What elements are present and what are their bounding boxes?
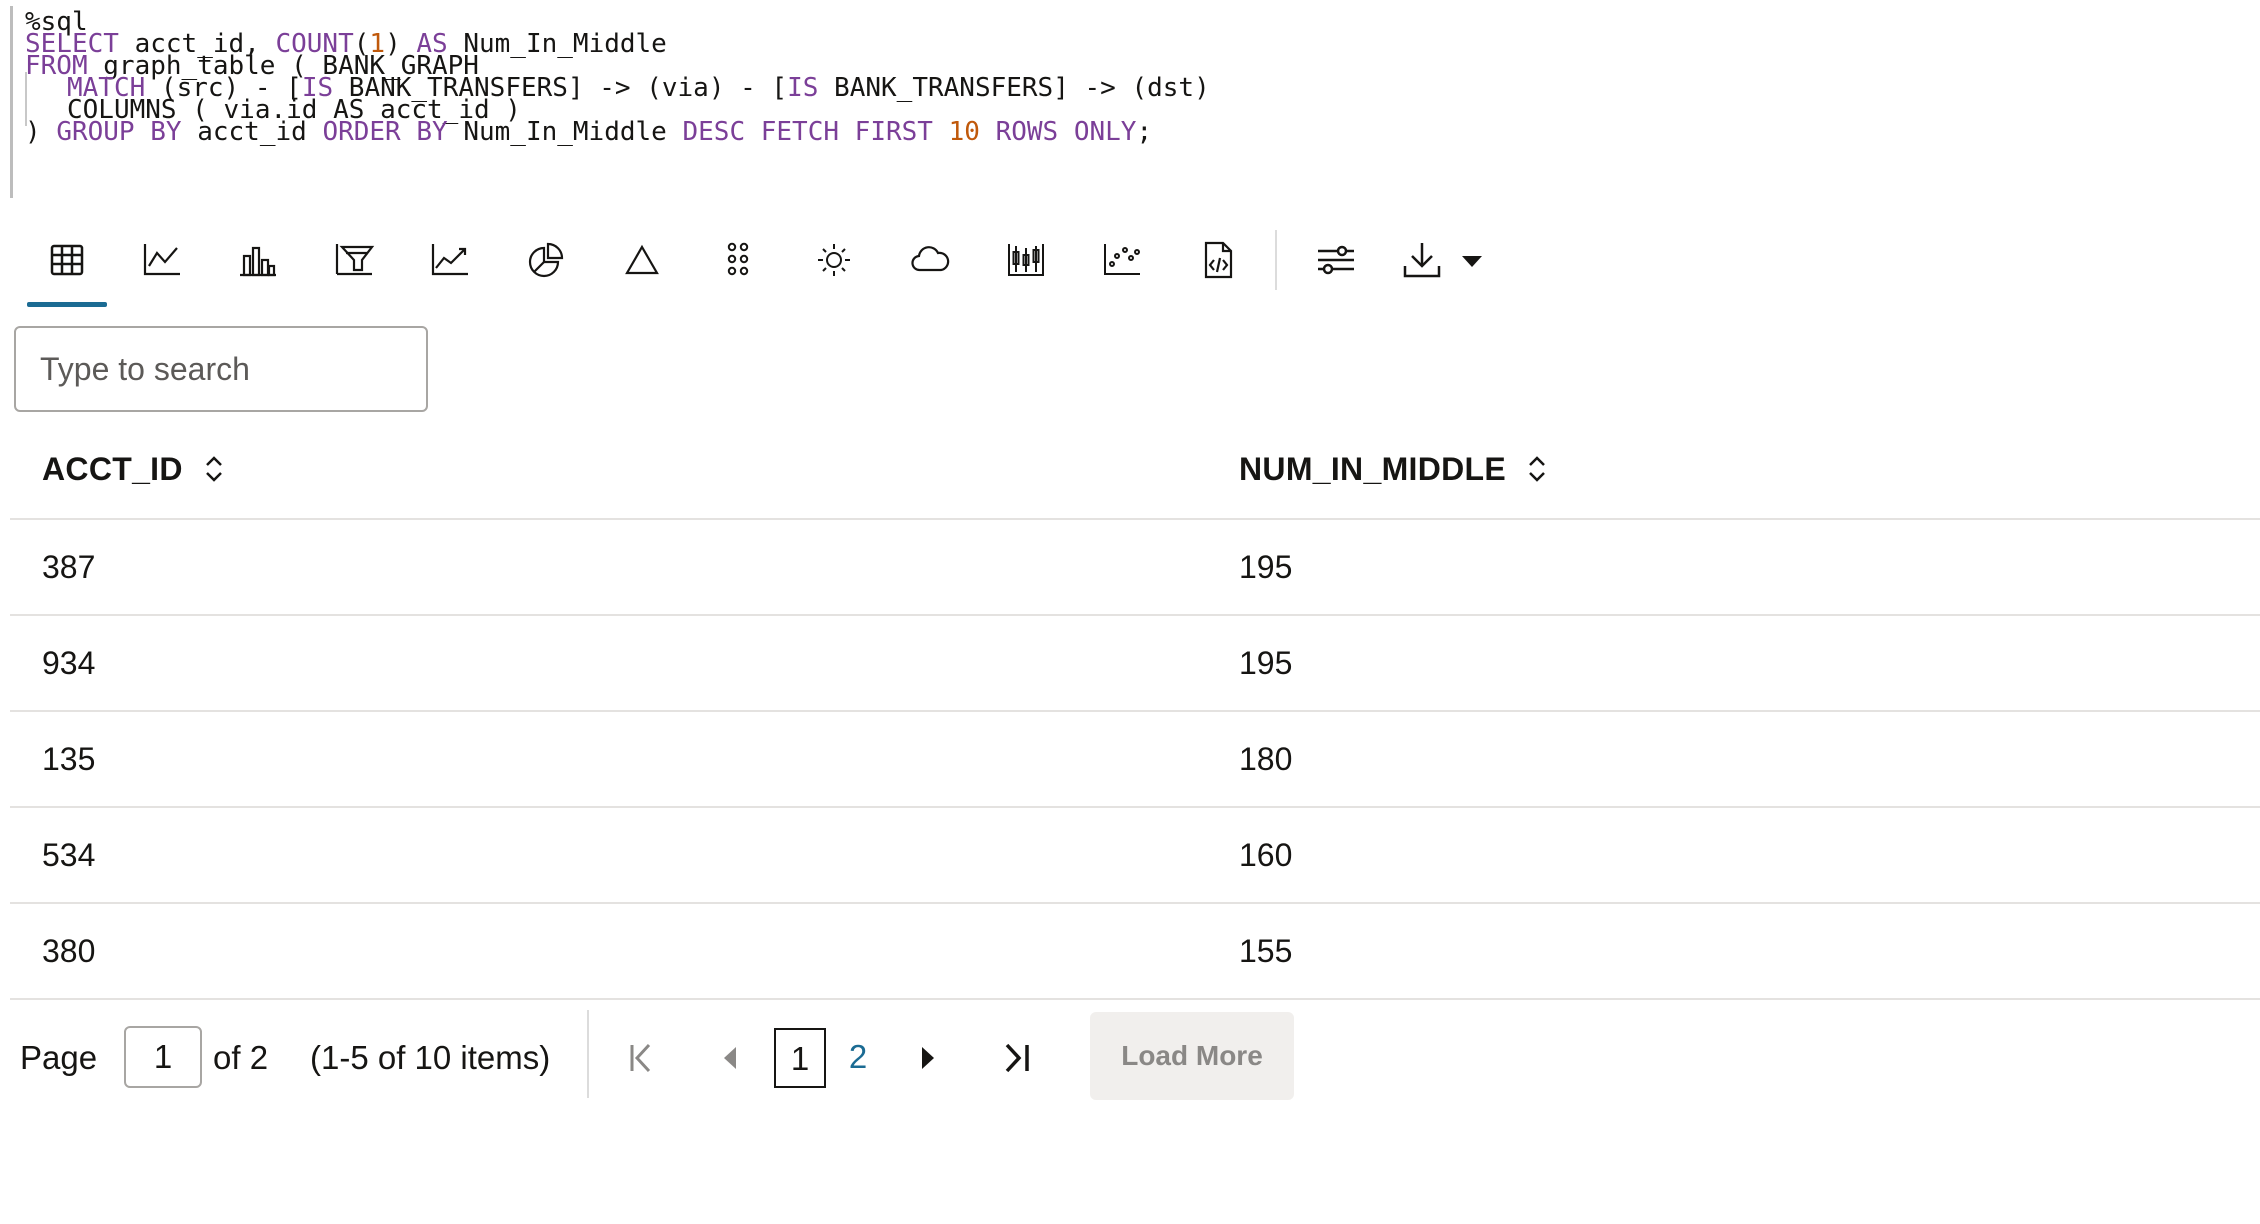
next-page-icon: [922, 1047, 934, 1069]
sort-icon[interactable]: [1526, 452, 1548, 486]
pie-chart-icon: [528, 242, 564, 278]
area-chart-icon: [431, 244, 468, 276]
bar-chart-icon: [240, 246, 276, 277]
previous-page-button[interactable]: [708, 1036, 752, 1080]
pyramid-chart-button[interactable]: [602, 222, 682, 298]
code-file-icon: [1204, 241, 1233, 279]
sunburst-chart-button[interactable]: [794, 222, 874, 298]
table-icon: [50, 244, 84, 276]
page-number-current[interactable]: 1: [774, 1028, 826, 1088]
page-number-input[interactable]: [124, 1026, 202, 1088]
boxplot-chart-button[interactable]: [986, 222, 1066, 298]
cell-acct-id: 534: [42, 837, 96, 873]
first-page-icon: [630, 1043, 651, 1073]
cell-num-in-middle: 155: [1239, 933, 1293, 969]
toolbar-divider: [1275, 230, 1277, 290]
column-header-num-in-middle[interactable]: NUM_IN_MIDDLE: [1239, 420, 1548, 518]
sql-code-cell[interactable]: %sql SELECT acct_id, COUNT(1) AS Num_In_…: [10, 6, 1293, 198]
cell-num-in-middle: 180: [1239, 741, 1293, 777]
download-dropdown-caret-icon[interactable]: [1462, 256, 1482, 267]
pyramid-icon: [625, 244, 659, 275]
line-chart-icon: [143, 244, 180, 276]
cell-num-in-middle: 195: [1239, 645, 1293, 681]
pagination-divider: [587, 1010, 589, 1098]
dot-grid-icon: [727, 242, 749, 276]
settings-button[interactable]: [1296, 222, 1376, 298]
load-more-button[interactable]: Load More: [1090, 1012, 1294, 1100]
table-row[interactable]: 135 180: [10, 712, 2260, 808]
download-button[interactable]: [1382, 222, 1462, 298]
pie-chart-button[interactable]: [506, 222, 586, 298]
funnel-chart-button[interactable]: [314, 222, 394, 298]
table-row[interactable]: 534 160: [10, 808, 2260, 904]
cell-num-in-middle: 160: [1239, 837, 1293, 873]
table-row[interactable]: 934 195: [10, 616, 2260, 712]
cell-acct-id: 934: [42, 645, 96, 681]
code-line-group-by: ) GROUP BY acct_id ORDER BY Num_In_Middl…: [25, 117, 1153, 147]
sort-icon[interactable]: [203, 452, 225, 486]
column-header-label: ACCT_ID: [42, 450, 183, 487]
scatter-icon: [1104, 244, 1140, 275]
table-row[interactable]: 387 195: [10, 520, 2260, 616]
table-view-button[interactable]: [27, 222, 107, 307]
page-number-link[interactable]: 2: [832, 1028, 884, 1088]
word-cloud-button[interactable]: [890, 222, 970, 298]
cell-acct-id: 135: [42, 741, 96, 777]
previous-page-icon: [724, 1047, 736, 1069]
table-header: ACCT_ID NUM_IN_MIDDLE: [10, 420, 2260, 520]
bar-chart-button[interactable]: [218, 222, 298, 298]
column-header-acct-id[interactable]: ACCT_ID: [42, 420, 225, 518]
cell-num-in-middle: 195: [1239, 549, 1293, 585]
sunburst-icon: [818, 244, 850, 276]
last-page-button[interactable]: [994, 1036, 1038, 1080]
boxplot-icon: [1008, 244, 1044, 276]
funnel-chart-icon: [335, 244, 375, 276]
area-chart-button[interactable]: [410, 222, 490, 298]
pagination-bar: Page of 2 (1-5 of 10 items) 1 2 Load Mor…: [0, 1000, 1400, 1116]
page-count-label: of 2: [213, 1039, 269, 1076]
next-page-button[interactable]: [906, 1036, 950, 1080]
settings-sliders-icon: [1318, 245, 1354, 275]
page-label: Page: [20, 1039, 98, 1076]
cell-acct-id: 387: [42, 549, 96, 585]
line-chart-button[interactable]: [122, 222, 202, 298]
download-icon: [1403, 243, 1441, 278]
code-view-button[interactable]: [1178, 222, 1258, 298]
items-range-label: (1-5 of 10 items): [310, 1039, 551, 1076]
results-table: ACCT_ID NUM_IN_MIDDLE 387 195 934 195 13…: [10, 420, 2260, 1000]
search-input[interactable]: [14, 326, 428, 412]
dot-grid-chart-button[interactable]: [698, 222, 778, 298]
column-header-label: NUM_IN_MIDDLE: [1239, 450, 1507, 487]
last-page-icon: [1005, 1043, 1029, 1073]
table-row[interactable]: 380 155: [10, 904, 2260, 1000]
visualization-toolbar: [0, 222, 1520, 314]
scatter-chart-button[interactable]: [1082, 222, 1162, 298]
cell-acct-id: 380: [42, 933, 96, 969]
first-page-button[interactable]: [620, 1036, 664, 1080]
word-cloud-icon: [911, 246, 950, 272]
